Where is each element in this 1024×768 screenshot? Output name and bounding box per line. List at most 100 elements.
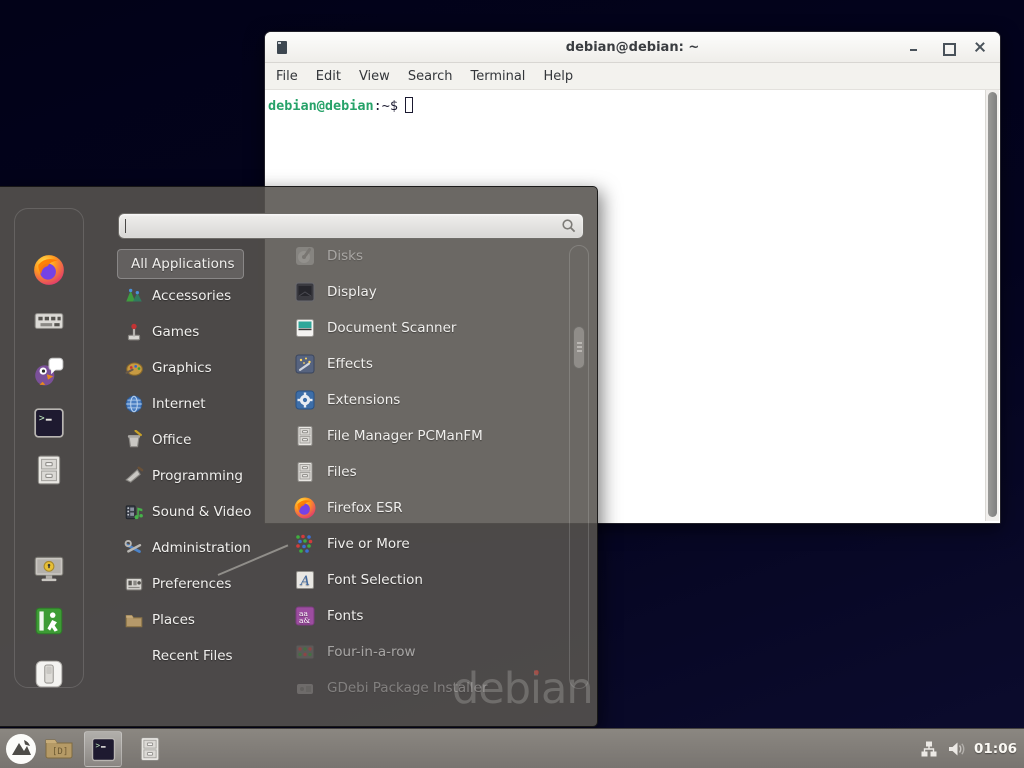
desktop: { "colors": { "desktop_bg": "#04041f", "… — [0, 0, 1024, 768]
extensions-icon — [293, 388, 317, 412]
app-disks[interactable]: Disks — [283, 240, 563, 272]
search-input[interactable] — [118, 213, 584, 239]
favorite-terminal[interactable]: > — [32, 406, 66, 440]
favorite-file-manager[interactable] — [32, 453, 66, 487]
terminal-scrollbar-thumb[interactable] — [988, 92, 997, 517]
app-fonts[interactable]: aaa& Fonts — [283, 600, 563, 632]
category-internet[interactable]: Internet — [117, 388, 277, 420]
svg-text:a&: a& — [299, 616, 310, 625]
category-label: Graphics — [152, 360, 212, 376]
menu-search[interactable]: Search — [399, 65, 462, 88]
app-four-in-a-row[interactable]: Four-in-a-row — [283, 636, 563, 668]
category-label: Preferences — [152, 576, 231, 592]
app-firefox-esr[interactable]: Firefox ESR — [283, 492, 563, 524]
category-label: Accessories — [152, 288, 231, 304]
category-sound-video[interactable]: Sound & Video — [117, 496, 277, 528]
desktop-folder-launcher[interactable]: [D] — [43, 733, 75, 765]
category-programming[interactable]: Programming — [117, 460, 277, 492]
favorite-keyboard[interactable] — [32, 304, 66, 338]
volume-icon[interactable] — [947, 740, 965, 758]
svg-text:A: A — [300, 574, 310, 589]
menu-logo-icon — [5, 733, 37, 765]
category-label: Administration — [152, 540, 251, 556]
app-font-selection[interactable]: A Font Selection — [283, 564, 563, 596]
graphics-icon — [124, 358, 144, 378]
taskbar: [D] > 01:06 — [0, 728, 1024, 768]
menu-scrollbar[interactable] — [569, 245, 589, 689]
menu-file[interactable]: File — [267, 65, 307, 88]
clock[interactable]: 01:06 — [974, 741, 1020, 757]
application-menu: > — [0, 186, 598, 727]
app-label: File Manager PCManFM — [327, 428, 483, 444]
app-label: Files — [327, 464, 357, 480]
app-five-or-more[interactable]: Five or More — [283, 528, 563, 560]
search-icon — [561, 218, 577, 234]
category-label: Programming — [152, 468, 243, 484]
menu-help[interactable]: Help — [534, 65, 582, 88]
app-gdebi-package-installer[interactable]: GDebi Package Installer — [283, 672, 563, 704]
favorite-firefox[interactable] — [32, 253, 66, 287]
category-preferences[interactable]: Preferences — [117, 568, 277, 600]
terminal-scrollbar[interactable] — [985, 90, 999, 521]
terminal-titlebar[interactable]: debian@debian: ~ — [265, 32, 1000, 63]
app-file-manager-pcmanfm[interactable]: File Manager PCManFM — [283, 420, 563, 452]
category-all-applications[interactable]: All Applications — [117, 249, 244, 279]
category-office[interactable]: Office — [117, 424, 277, 456]
category-graphics[interactable]: Graphics — [117, 352, 277, 384]
window-title: debian@debian: ~ — [566, 40, 699, 55]
category-label: Recent Files — [152, 648, 233, 664]
session-log-out[interactable] — [32, 604, 66, 638]
network-icon[interactable] — [920, 740, 938, 758]
four-in-a-row-icon — [293, 640, 317, 664]
minimize-button[interactable] — [909, 42, 920, 53]
taskbar-terminal-active[interactable]: > — [84, 731, 122, 767]
app-label: Display — [327, 284, 377, 300]
category-games[interactable]: Games — [117, 316, 277, 348]
places-icon — [124, 610, 144, 630]
five-or-more-icon — [293, 532, 317, 556]
svg-text:[D]: [D] — [52, 747, 68, 757]
app-display[interactable]: Display — [283, 276, 563, 308]
menu-terminal[interactable]: Terminal — [461, 65, 534, 88]
app-label: Document Scanner — [327, 320, 456, 336]
pidgin-icon — [32, 353, 66, 387]
prompt-suffix: :~$ — [374, 98, 398, 114]
app-files[interactable]: Files — [283, 456, 563, 488]
app-label: Fonts — [327, 608, 363, 624]
app-document-scanner[interactable]: Document Scanner — [283, 312, 563, 344]
favorite-pidgin[interactable] — [32, 353, 66, 387]
close-button[interactable] — [975, 42, 986, 53]
menu-edit[interactable]: Edit — [307, 65, 350, 88]
category-recent-files[interactable]: Recent Files — [117, 640, 277, 672]
file-manager-launcher[interactable] — [136, 735, 164, 763]
terminal-icon: > — [90, 736, 117, 763]
category-places[interactable]: Places — [117, 604, 277, 636]
menu-view[interactable]: View — [350, 65, 399, 88]
office-icon — [124, 430, 144, 450]
app-extensions[interactable]: Extensions — [283, 384, 563, 416]
keyboard-icon — [32, 304, 66, 338]
document-scanner-icon — [293, 316, 317, 340]
session-quit[interactable] — [32, 657, 66, 691]
app-label: Firefox ESR — [327, 500, 402, 516]
app-label: Font Selection — [327, 572, 423, 588]
menu-button[interactable] — [5, 733, 37, 765]
text-caret — [125, 219, 126, 233]
accessories-icon — [124, 286, 144, 306]
session-lock-screen[interactable] — [32, 552, 66, 586]
gdebi-icon — [293, 676, 317, 700]
internet-icon — [124, 394, 144, 414]
games-icon — [124, 322, 144, 342]
category-label: Internet — [152, 396, 206, 412]
file-cabinet-icon — [293, 460, 317, 484]
category-accessories[interactable]: Accessories — [117, 280, 277, 312]
terminal-icon: > — [32, 406, 66, 440]
category-label: Places — [152, 612, 195, 628]
maximize-button[interactable] — [942, 42, 953, 53]
lock-screen-icon — [32, 552, 66, 586]
display-icon — [293, 280, 317, 304]
category-label: Office — [152, 432, 191, 448]
app-effects[interactable]: Effects — [283, 348, 563, 380]
terminal-cursor — [405, 97, 413, 113]
menu-scrollbar-thumb[interactable] — [573, 326, 585, 369]
